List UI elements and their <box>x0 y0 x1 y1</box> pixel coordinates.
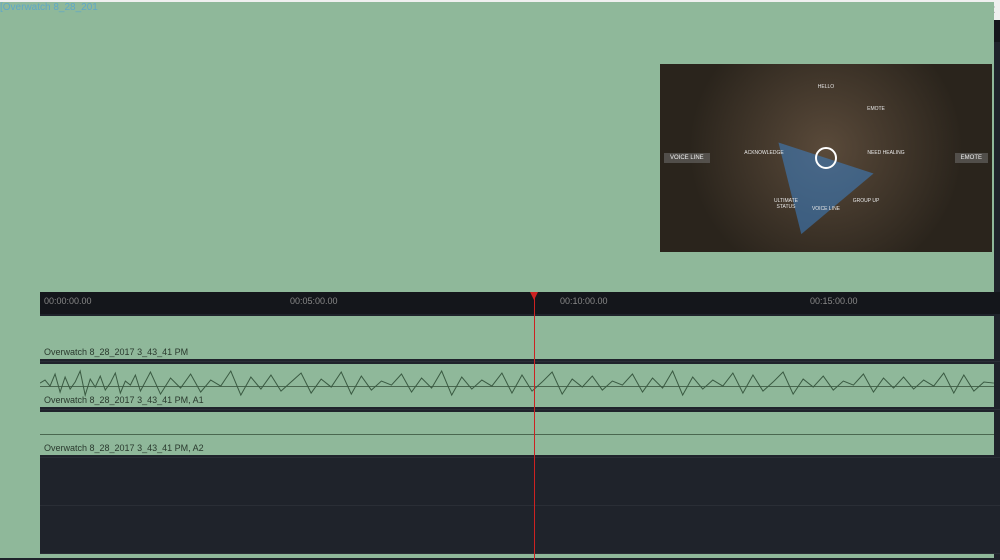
clip-a1[interactable]: Overwatch 8_28_2017 3_43_41 PM, A1 <box>40 364 994 407</box>
track-v1[interactable]: Overwatch 8_28_2017 3_43_41 PM <box>40 314 1000 362</box>
viewer-header: Sequence #1 [Overwatch 8_28_201 <box>660 46 992 64</box>
track-a3[interactable] <box>40 458 1000 506</box>
viewer-panel: Sequence #1 [Overwatch 8_28_201 HELLO EM… <box>660 46 992 288</box>
timeline-body[interactable]: 00:00:00.00 00:05:00.00 00:10:00.00 00:1… <box>40 292 1000 560</box>
side-label-right: EMOTE <box>955 153 988 163</box>
clip-a2[interactable]: Overwatch 8_28_2017 3_43_41 PM, A2 <box>40 412 994 455</box>
track-a1[interactable]: Overwatch 8_28_2017 3_43_41 PM, A1 <box>40 362 1000 410</box>
viewer-monitor[interactable]: HELLO EMOTE NEED HEALING GROUP UP ULTIMA… <box>660 64 992 252</box>
radial-center-icon <box>815 147 837 169</box>
playhead[interactable] <box>534 292 535 560</box>
track-a4[interactable] <box>40 506 1000 554</box>
clip-v1[interactable]: Overwatch 8_28_2017 3_43_41 PM <box>40 316 994 359</box>
waveform-icon <box>40 368 994 398</box>
timeline-ruler[interactable]: 00:00:00.00 00:05:00.00 00:10:00.00 00:1… <box>40 292 1000 314</box>
track-a2[interactable]: Overwatch 8_28_2017 3_43_41 PM, A2 <box>40 410 1000 458</box>
timeline: V1 A1 A2 A3 A4 00:00:00.00 00:05:00.00 0… <box>0 292 1000 560</box>
side-label-left: VOICE LINE <box>664 153 710 163</box>
